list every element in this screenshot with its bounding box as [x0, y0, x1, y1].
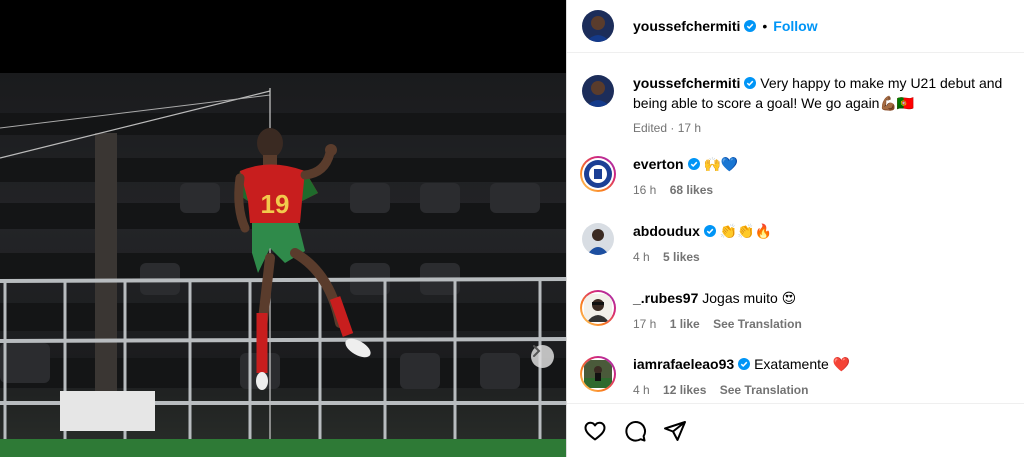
comment-item: _.rubes97 Jogas muito 😍 17 h 1 like See …	[582, 288, 1012, 331]
comment-text: Jogas muito 😍	[702, 290, 797, 306]
comment-likes[interactable]: 1 like	[670, 317, 700, 331]
comment-username[interactable]: iamrafaeleao93	[633, 356, 734, 372]
follow-button[interactable]: Follow	[773, 18, 817, 34]
comment-likes[interactable]: 12 likes	[663, 383, 706, 397]
post-side-panel: youssefchermiti • Follow youssefchermiti…	[567, 0, 1024, 457]
comment-username[interactable]: abdoudux	[633, 223, 700, 239]
commenter-avatar[interactable]	[582, 223, 614, 255]
verified-badge-icon	[738, 358, 751, 370]
verified-badge-icon	[687, 158, 700, 170]
jersey-number: 19	[261, 189, 290, 219]
post-photo[interactable]: 19	[0, 73, 566, 457]
verified-badge-icon	[703, 225, 716, 237]
see-translation-link[interactable]: See Translation	[713, 317, 802, 331]
caption: youssefchermiti Very happy to make my U2…	[582, 73, 1012, 135]
caption-meta: Edited · 17 h	[633, 121, 1012, 135]
comment-time: 16 h	[633, 183, 657, 197]
caption-username[interactable]: youssefchermiti	[633, 75, 740, 91]
comment-likes[interactable]: 5 likes	[663, 250, 700, 264]
chevron-right-icon	[533, 345, 541, 357]
comment-meta: 4 h 5 likes	[633, 250, 1012, 264]
caption-edited-time: Edited · 17 h	[633, 121, 702, 135]
verified-badge-icon	[744, 77, 757, 89]
post-actions-bar	[567, 403, 1024, 457]
separator-dot: •	[762, 18, 768, 34]
comment-meta: 4 h 12 likes See Translation	[633, 383, 1012, 397]
commenter-avatar[interactable]	[580, 290, 616, 326]
comment-icon[interactable]	[623, 419, 647, 443]
comment-item: iamrafaeleao93 Exatamente ❤️ 4 h 12 like…	[582, 354, 1012, 397]
commenter-avatar[interactable]	[580, 156, 616, 192]
comment-username[interactable]: everton	[633, 156, 684, 172]
author-avatar[interactable]	[582, 10, 614, 42]
verified-badge-icon	[744, 20, 757, 32]
comment-text: 👏👏🔥	[719, 223, 773, 239]
comment-username[interactable]: _.rubes97	[633, 290, 698, 306]
comment-time: 4 h	[633, 383, 650, 397]
next-photo-button[interactable]	[531, 345, 554, 368]
comment-time: 17 h	[633, 317, 657, 331]
heart-icon[interactable]	[583, 419, 607, 443]
share-icon[interactable]	[663, 419, 687, 443]
comment-meta: 17 h 1 like See Translation	[633, 317, 1012, 331]
see-translation-link[interactable]: See Translation	[720, 383, 809, 397]
commenter-avatar[interactable]	[580, 356, 616, 392]
comment-text: Exatamente ❤️	[754, 356, 851, 372]
comment-item: abdoudux 👏👏🔥 4 h 5 likes	[582, 221, 1012, 264]
comment-text: 🙌💙	[703, 156, 739, 172]
post-header: youssefchermiti • Follow	[567, 0, 1024, 53]
instagram-post-view: 19 youssefchermiti • Follow youssefcherm…	[0, 0, 1024, 457]
comment-time: 4 h	[633, 250, 650, 264]
author-username[interactable]: youssefchermiti	[633, 18, 740, 34]
comment-meta: 16 h 68 likes	[633, 183, 1012, 197]
post-media: 19	[0, 0, 566, 457]
comments-list[interactable]: youssefchermiti Very happy to make my U2…	[567, 53, 1024, 403]
author-avatar[interactable]	[582, 75, 614, 107]
comment-item: everton 🙌💙 16 h 68 likes	[582, 154, 1012, 197]
comment-likes[interactable]: 68 likes	[670, 183, 713, 197]
